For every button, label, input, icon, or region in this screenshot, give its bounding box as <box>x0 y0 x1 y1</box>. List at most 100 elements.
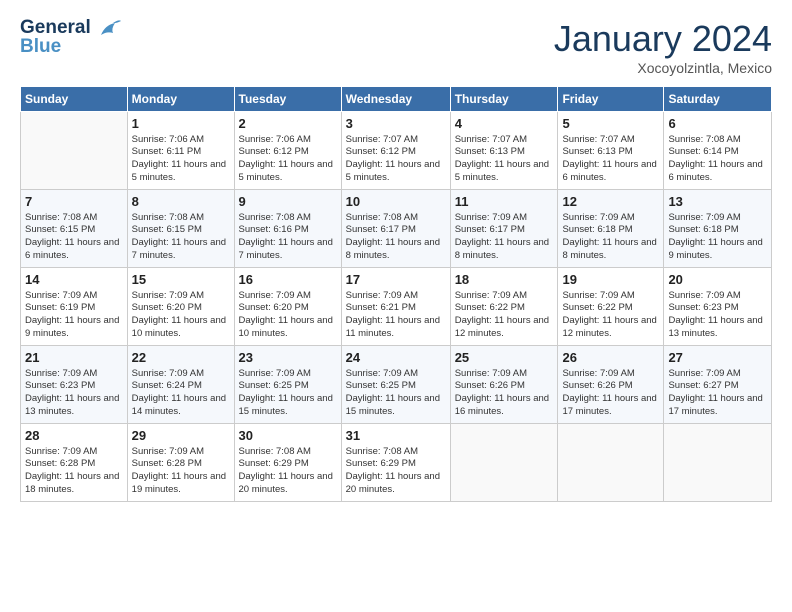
daylight-text: Daylight: 11 hours and 13 minutes. <box>25 393 119 417</box>
sunrise-text: Sunrise: 7:09 AM <box>239 290 311 301</box>
sunrise-text: Sunrise: 7:09 AM <box>239 368 311 379</box>
day-number: 11 <box>455 193 554 211</box>
sunset-text: Sunset: 6:17 PM <box>455 224 525 235</box>
daylight-text: Daylight: 11 hours and 12 minutes. <box>562 315 656 339</box>
sunrise-text: Sunrise: 7:07 AM <box>562 134 634 145</box>
sunset-text: Sunset: 6:23 PM <box>25 380 95 391</box>
day-number: 9 <box>239 193 337 211</box>
sunset-text: Sunset: 6:13 PM <box>562 146 632 157</box>
sunrise-text: Sunrise: 7:06 AM <box>132 134 204 145</box>
col-header-sunday: Sunday <box>21 87 128 112</box>
calendar-cell: 17Sunrise: 7:09 AMSunset: 6:21 PMDayligh… <box>341 268 450 346</box>
calendar-cell: 29Sunrise: 7:09 AMSunset: 6:28 PMDayligh… <box>127 424 234 502</box>
daylight-text: Daylight: 11 hours and 5 minutes. <box>239 159 333 183</box>
daylight-text: Daylight: 11 hours and 20 minutes. <box>346 471 440 495</box>
day-number: 13 <box>668 193 767 211</box>
calendar-cell: 2Sunrise: 7:06 AMSunset: 6:12 PMDaylight… <box>234 112 341 190</box>
sunset-text: Sunset: 6:26 PM <box>562 380 632 391</box>
daylight-text: Daylight: 11 hours and 7 minutes. <box>239 237 333 261</box>
calendar-cell: 7Sunrise: 7:08 AMSunset: 6:15 PMDaylight… <box>21 190 128 268</box>
calendar-cell: 13Sunrise: 7:09 AMSunset: 6:18 PMDayligh… <box>664 190 772 268</box>
day-number: 31 <box>346 427 446 445</box>
sunset-text: Sunset: 6:16 PM <box>239 224 309 235</box>
daylight-text: Daylight: 11 hours and 6 minutes. <box>25 237 119 261</box>
month-title: January 2024 <box>554 18 772 60</box>
daylight-text: Daylight: 11 hours and 15 minutes. <box>239 393 333 417</box>
day-number: 21 <box>25 349 123 367</box>
daylight-text: Daylight: 11 hours and 18 minutes. <box>25 471 119 495</box>
day-number: 15 <box>132 271 230 289</box>
day-number: 20 <box>668 271 767 289</box>
sunrise-text: Sunrise: 7:09 AM <box>455 368 527 379</box>
sunset-text: Sunset: 6:27 PM <box>668 380 738 391</box>
sunrise-text: Sunrise: 7:09 AM <box>668 212 740 223</box>
sunrise-text: Sunrise: 7:08 AM <box>346 446 418 457</box>
sunset-text: Sunset: 6:24 PM <box>132 380 202 391</box>
daylight-text: Daylight: 11 hours and 5 minutes. <box>132 159 226 183</box>
day-number: 12 <box>562 193 659 211</box>
sunrise-text: Sunrise: 7:09 AM <box>132 368 204 379</box>
sunset-text: Sunset: 6:12 PM <box>346 146 416 157</box>
calendar-week-3: 14Sunrise: 7:09 AMSunset: 6:19 PMDayligh… <box>21 268 772 346</box>
calendar-cell: 31Sunrise: 7:08 AMSunset: 6:29 PMDayligh… <box>341 424 450 502</box>
calendar-cell: 26Sunrise: 7:09 AMSunset: 6:26 PMDayligh… <box>558 346 664 424</box>
sunrise-text: Sunrise: 7:09 AM <box>562 290 634 301</box>
calendar-cell: 24Sunrise: 7:09 AMSunset: 6:25 PMDayligh… <box>341 346 450 424</box>
daylight-text: Daylight: 11 hours and 10 minutes. <box>132 315 226 339</box>
sunset-text: Sunset: 6:20 PM <box>239 302 309 313</box>
logo-blue: Blue <box>20 37 91 56</box>
day-number: 17 <box>346 271 446 289</box>
calendar-cell: 23Sunrise: 7:09 AMSunset: 6:25 PMDayligh… <box>234 346 341 424</box>
sunset-text: Sunset: 6:20 PM <box>132 302 202 313</box>
daylight-text: Daylight: 11 hours and 13 minutes. <box>668 315 762 339</box>
title-area: January 2024 Xocoyolzintla, Mexico <box>554 18 772 76</box>
daylight-text: Daylight: 11 hours and 10 minutes. <box>239 315 333 339</box>
sunrise-text: Sunrise: 7:08 AM <box>132 212 204 223</box>
day-number: 5 <box>562 115 659 133</box>
day-number: 23 <box>239 349 337 367</box>
daylight-text: Daylight: 11 hours and 19 minutes. <box>132 471 226 495</box>
sunrise-text: Sunrise: 7:09 AM <box>346 290 418 301</box>
daylight-text: Daylight: 11 hours and 15 minutes. <box>346 393 440 417</box>
day-number: 18 <box>455 271 554 289</box>
calendar-cell <box>664 424 772 502</box>
location: Xocoyolzintla, Mexico <box>554 60 772 76</box>
daylight-text: Daylight: 11 hours and 14 minutes. <box>132 393 226 417</box>
calendar-cell: 16Sunrise: 7:09 AMSunset: 6:20 PMDayligh… <box>234 268 341 346</box>
day-number: 25 <box>455 349 554 367</box>
col-header-monday: Monday <box>127 87 234 112</box>
sunrise-text: Sunrise: 7:09 AM <box>455 212 527 223</box>
calendar-cell: 20Sunrise: 7:09 AMSunset: 6:23 PMDayligh… <box>664 268 772 346</box>
day-number: 1 <box>132 115 230 133</box>
sunrise-text: Sunrise: 7:09 AM <box>668 290 740 301</box>
day-number: 22 <box>132 349 230 367</box>
sunset-text: Sunset: 6:22 PM <box>562 302 632 313</box>
sunset-text: Sunset: 6:26 PM <box>455 380 525 391</box>
day-number: 26 <box>562 349 659 367</box>
calendar-cell: 27Sunrise: 7:09 AMSunset: 6:27 PMDayligh… <box>664 346 772 424</box>
sunset-text: Sunset: 6:17 PM <box>346 224 416 235</box>
day-number: 4 <box>455 115 554 133</box>
day-number: 6 <box>668 115 767 133</box>
calendar-cell: 4Sunrise: 7:07 AMSunset: 6:13 PMDaylight… <box>450 112 558 190</box>
daylight-text: Daylight: 11 hours and 6 minutes. <box>562 159 656 183</box>
col-header-tuesday: Tuesday <box>234 87 341 112</box>
header: General Blue January 2024 Xocoyolzintla,… <box>20 18 772 76</box>
col-header-saturday: Saturday <box>664 87 772 112</box>
daylight-text: Daylight: 11 hours and 20 minutes. <box>239 471 333 495</box>
sunrise-text: Sunrise: 7:09 AM <box>455 290 527 301</box>
day-number: 28 <box>25 427 123 445</box>
sunrise-text: Sunrise: 7:09 AM <box>562 212 634 223</box>
sunset-text: Sunset: 6:19 PM <box>25 302 95 313</box>
sunset-text: Sunset: 6:11 PM <box>132 146 202 157</box>
calendar-cell: 28Sunrise: 7:09 AMSunset: 6:28 PMDayligh… <box>21 424 128 502</box>
calendar-cell: 1Sunrise: 7:06 AMSunset: 6:11 PM Daylight… <box>127 112 234 190</box>
daylight-text: Daylight: 11 hours and 5 minutes. <box>455 159 549 183</box>
calendar-cell: 18Sunrise: 7:09 AMSunset: 6:22 PMDayligh… <box>450 268 558 346</box>
sunrise-text: Sunrise: 7:06 AM <box>239 134 311 145</box>
sunset-text: Sunset: 6:21 PM <box>346 302 416 313</box>
day-number: 30 <box>239 427 337 445</box>
sunrise-text: Sunrise: 7:08 AM <box>239 446 311 457</box>
sunset-text: Sunset: 6:18 PM <box>668 224 738 235</box>
sunrise-text: Sunrise: 7:09 AM <box>25 290 97 301</box>
